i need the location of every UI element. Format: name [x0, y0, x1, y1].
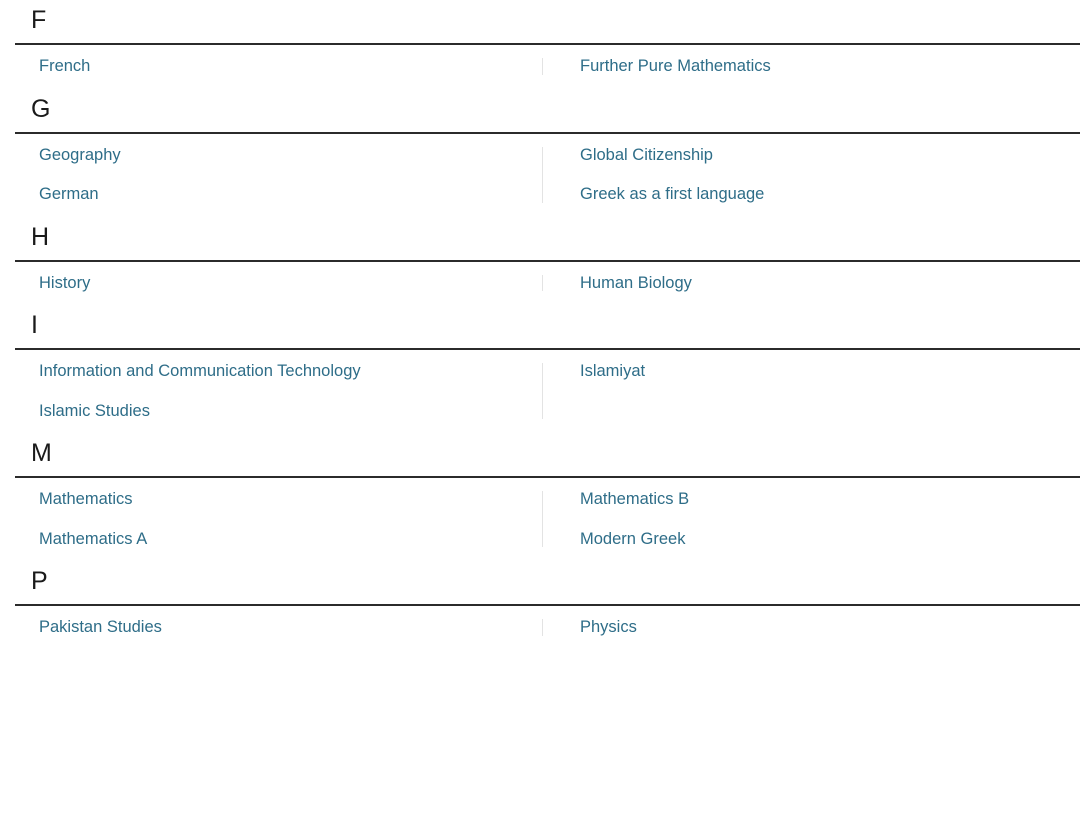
section-body: Pakistan Studies Physics — [0, 606, 1080, 650]
subject-column-left: Geography German — [0, 146, 540, 203]
subject-column-left: Mathematics Mathematics A — [0, 491, 540, 547]
letter-heading: G — [31, 94, 51, 123]
letter-section-f: F French Further Pure Mathematics — [0, 0, 1080, 89]
subject-column-right: Global Citizenship Greek as a first langu… — [542, 146, 1080, 203]
subject-link[interactable]: Islamic Studies — [39, 402, 520, 420]
subject-link[interactable]: Further Pure Mathematics — [580, 58, 1062, 75]
subject-link[interactable]: Geography — [39, 146, 520, 164]
subject-link[interactable]: Physics — [580, 619, 1062, 636]
subject-column-right: Human Biology — [542, 274, 1080, 292]
subject-link[interactable]: Human Biology — [580, 274, 1062, 292]
subject-link[interactable]: Mathematics — [39, 491, 520, 508]
subject-column-right: Islamiyat — [542, 363, 1080, 419]
letter-section-h: H History Human Biology — [0, 217, 1080, 306]
subject-link[interactable]: History — [39, 274, 520, 292]
subject-link[interactable]: Global Citizenship — [580, 146, 1062, 164]
letter-heading: I — [31, 311, 39, 339]
subject-link[interactable]: German — [39, 186, 520, 203]
subject-column-left: Information and Communication Technology… — [0, 363, 540, 419]
letter-heading: M — [31, 439, 53, 467]
subject-column-left: History — [0, 274, 540, 292]
subject-link[interactable]: Mathematics A — [39, 530, 520, 548]
letter-section-g: G Geography German Global Citizenship Greek … — [0, 89, 1080, 217]
letter-section-i: I Information and Communication Technolog… — [0, 305, 1080, 433]
letter-section-p: P Pakistan Studies Physics — [0, 561, 1080, 650]
subject-column-left: Pakistan Studies — [0, 619, 540, 636]
subject-column-right: Physics — [542, 619, 1080, 636]
letter-section-m: M Mathematics Mathematics A Mathematics B Mo… — [0, 433, 1080, 561]
subject-column-right: Further Pure Mathematics — [542, 58, 1080, 75]
section-body: Geography German Global Citizenship Greek a… — [0, 134, 1080, 217]
section-body: Mathematics Mathematics A Mathematics B Mod… — [0, 478, 1080, 561]
section-body: French Further Pure Mathematics — [0, 45, 1080, 89]
subject-link[interactable]: Information and Communication Technology — [39, 363, 520, 380]
letter-heading: P — [31, 567, 48, 595]
subject-link[interactable]: French — [39, 58, 520, 75]
letter-heading: H — [31, 222, 50, 251]
subject-link[interactable]: Modern Greek — [580, 530, 1062, 548]
subject-link[interactable]: Greek as a first language — [580, 186, 1062, 203]
section-body: History Human Biology — [0, 262, 1080, 306]
subject-link[interactable]: Mathematics B — [580, 491, 1062, 508]
subject-link[interactable]: Islamiyat — [580, 363, 1062, 380]
letter-heading: F — [31, 6, 47, 34]
subject-column-left: French — [0, 58, 540, 75]
subject-index: F French Further Pure Mathematics G Geograph… — [0, 0, 1080, 650]
subject-link[interactable]: Pakistan Studies — [39, 619, 520, 636]
subject-column-right: Mathematics B Modern Greek — [542, 491, 1080, 547]
section-body: Information and Communication Technology… — [0, 350, 1080, 433]
